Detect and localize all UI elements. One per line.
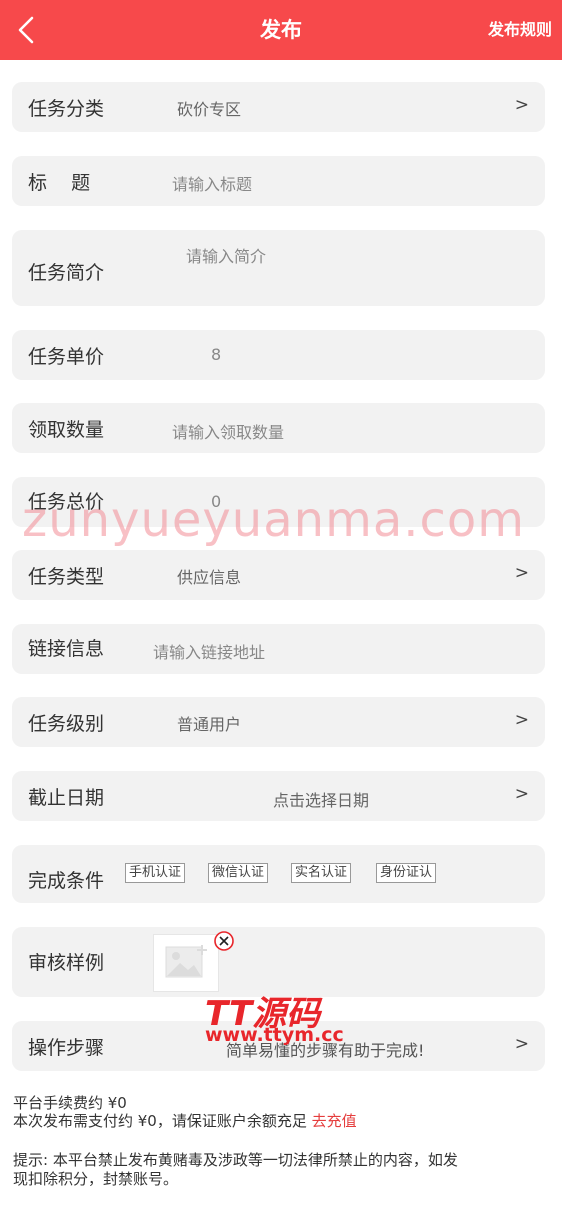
pay-line: 本次发布需支付约 ¥0，请保证账户余额充足 去充值 [13,1112,357,1130]
level-value: 普通用户 [177,715,242,734]
condition-tag-phone[interactable]: 手机认证 [125,863,186,883]
category-value: 砍价专区 [177,100,242,119]
level-row[interactable]: 任务级别 普通用户 > [12,697,545,747]
back-button[interactable] [12,14,42,46]
close-circle-icon[interactable] [213,930,235,952]
fee-line: 平台手续费约 ¥0 [13,1094,127,1112]
intro-input[interactable]: 请输入简介 [186,243,266,267]
condition-tag-realname[interactable]: 实名认证 [291,863,352,883]
total-price-label: 任务总价 [28,491,105,513]
condition-tag-wechat[interactable]: 微信认证 [208,863,269,883]
unit-price-input[interactable]: 8 [211,345,221,364]
intro-row: 任务简介 请输入简介 [12,230,545,306]
title-input[interactable]: 请输入标题 [172,171,252,195]
notice-line-1: 提示: 本平台禁止发布黄赌毒及涉政等一切法律所禁止的内容，如发 [13,1151,458,1169]
chevron-left-icon [18,16,34,44]
conditions-row: 完成条件 手机认证 微信认证 实名认证 身份证认 [12,845,545,903]
publish-rules-link[interactable]: 发布规则 [488,0,552,60]
notice-line-2: 现扣除积分，封禁账号。 [13,1170,179,1188]
task-type-label: 任务类型 [28,566,105,588]
task-type-value: 供应信息 [177,568,242,587]
task-type-row[interactable]: 任务类型 供应信息 > [12,550,545,600]
chevron-right-icon: > [514,563,529,583]
level-label: 任务级别 [28,713,105,735]
sample-image-thumbnail[interactable] [153,934,219,992]
review-sample-label: 审核样例 [28,952,105,974]
quantity-input[interactable]: 请输入领取数量 [172,419,284,443]
condition-tag-idcard[interactable]: 身份证认 [376,863,437,883]
link-label: 链接信息 [28,638,105,660]
quantity-label: 领取数量 [28,419,105,441]
pay-line-text: 本次发布需支付约 ¥0，请保证账户余额充足 [13,1112,312,1130]
chevron-right-icon: > [514,710,529,730]
total-price-value: 0 [211,492,222,511]
steps-row: 操作步骤 简单易懂的步骤有助于完成! > [12,1021,545,1071]
title-label: 标 题 [28,172,91,194]
chevron-right-icon: > [514,1034,529,1054]
intro-label: 任务简介 [28,262,105,284]
deadline-picker[interactable]: 点击选择日期 [273,787,369,811]
link-input[interactable]: 请输入链接地址 [153,639,265,663]
chevron-right-icon: > [514,95,529,115]
deadline-label: 截止日期 [28,787,105,809]
quantity-row: 领取数量 请输入领取数量 [12,403,545,453]
unit-price-row: 任务单价 8 [12,330,545,380]
category-label: 任务分类 [28,98,105,120]
category-row[interactable]: 任务分类 砍价专区 > [12,82,545,132]
top-nav-bar: 发布 发布规则 [0,0,562,60]
page-title: 发布 [260,18,302,42]
unit-price-label: 任务单价 [28,346,105,368]
steps-label: 操作步骤 [28,1037,105,1059]
conditions-label: 完成条件 [28,870,105,892]
recharge-link[interactable]: 去充值 [312,1112,357,1130]
image-placeholder-icon [165,945,207,978]
total-price-row: 任务总价 0 [12,477,545,527]
chevron-right-icon: > [514,784,529,804]
deadline-row[interactable]: 截止日期 点击选择日期 > [12,771,545,821]
title-row: 标 题 请输入标题 [12,156,545,206]
steps-input[interactable]: 简单易懂的步骤有助于完成! [226,1037,424,1061]
review-sample-row: 审核样例 [12,927,545,997]
link-row: 链接信息 请输入链接地址 [12,624,545,674]
